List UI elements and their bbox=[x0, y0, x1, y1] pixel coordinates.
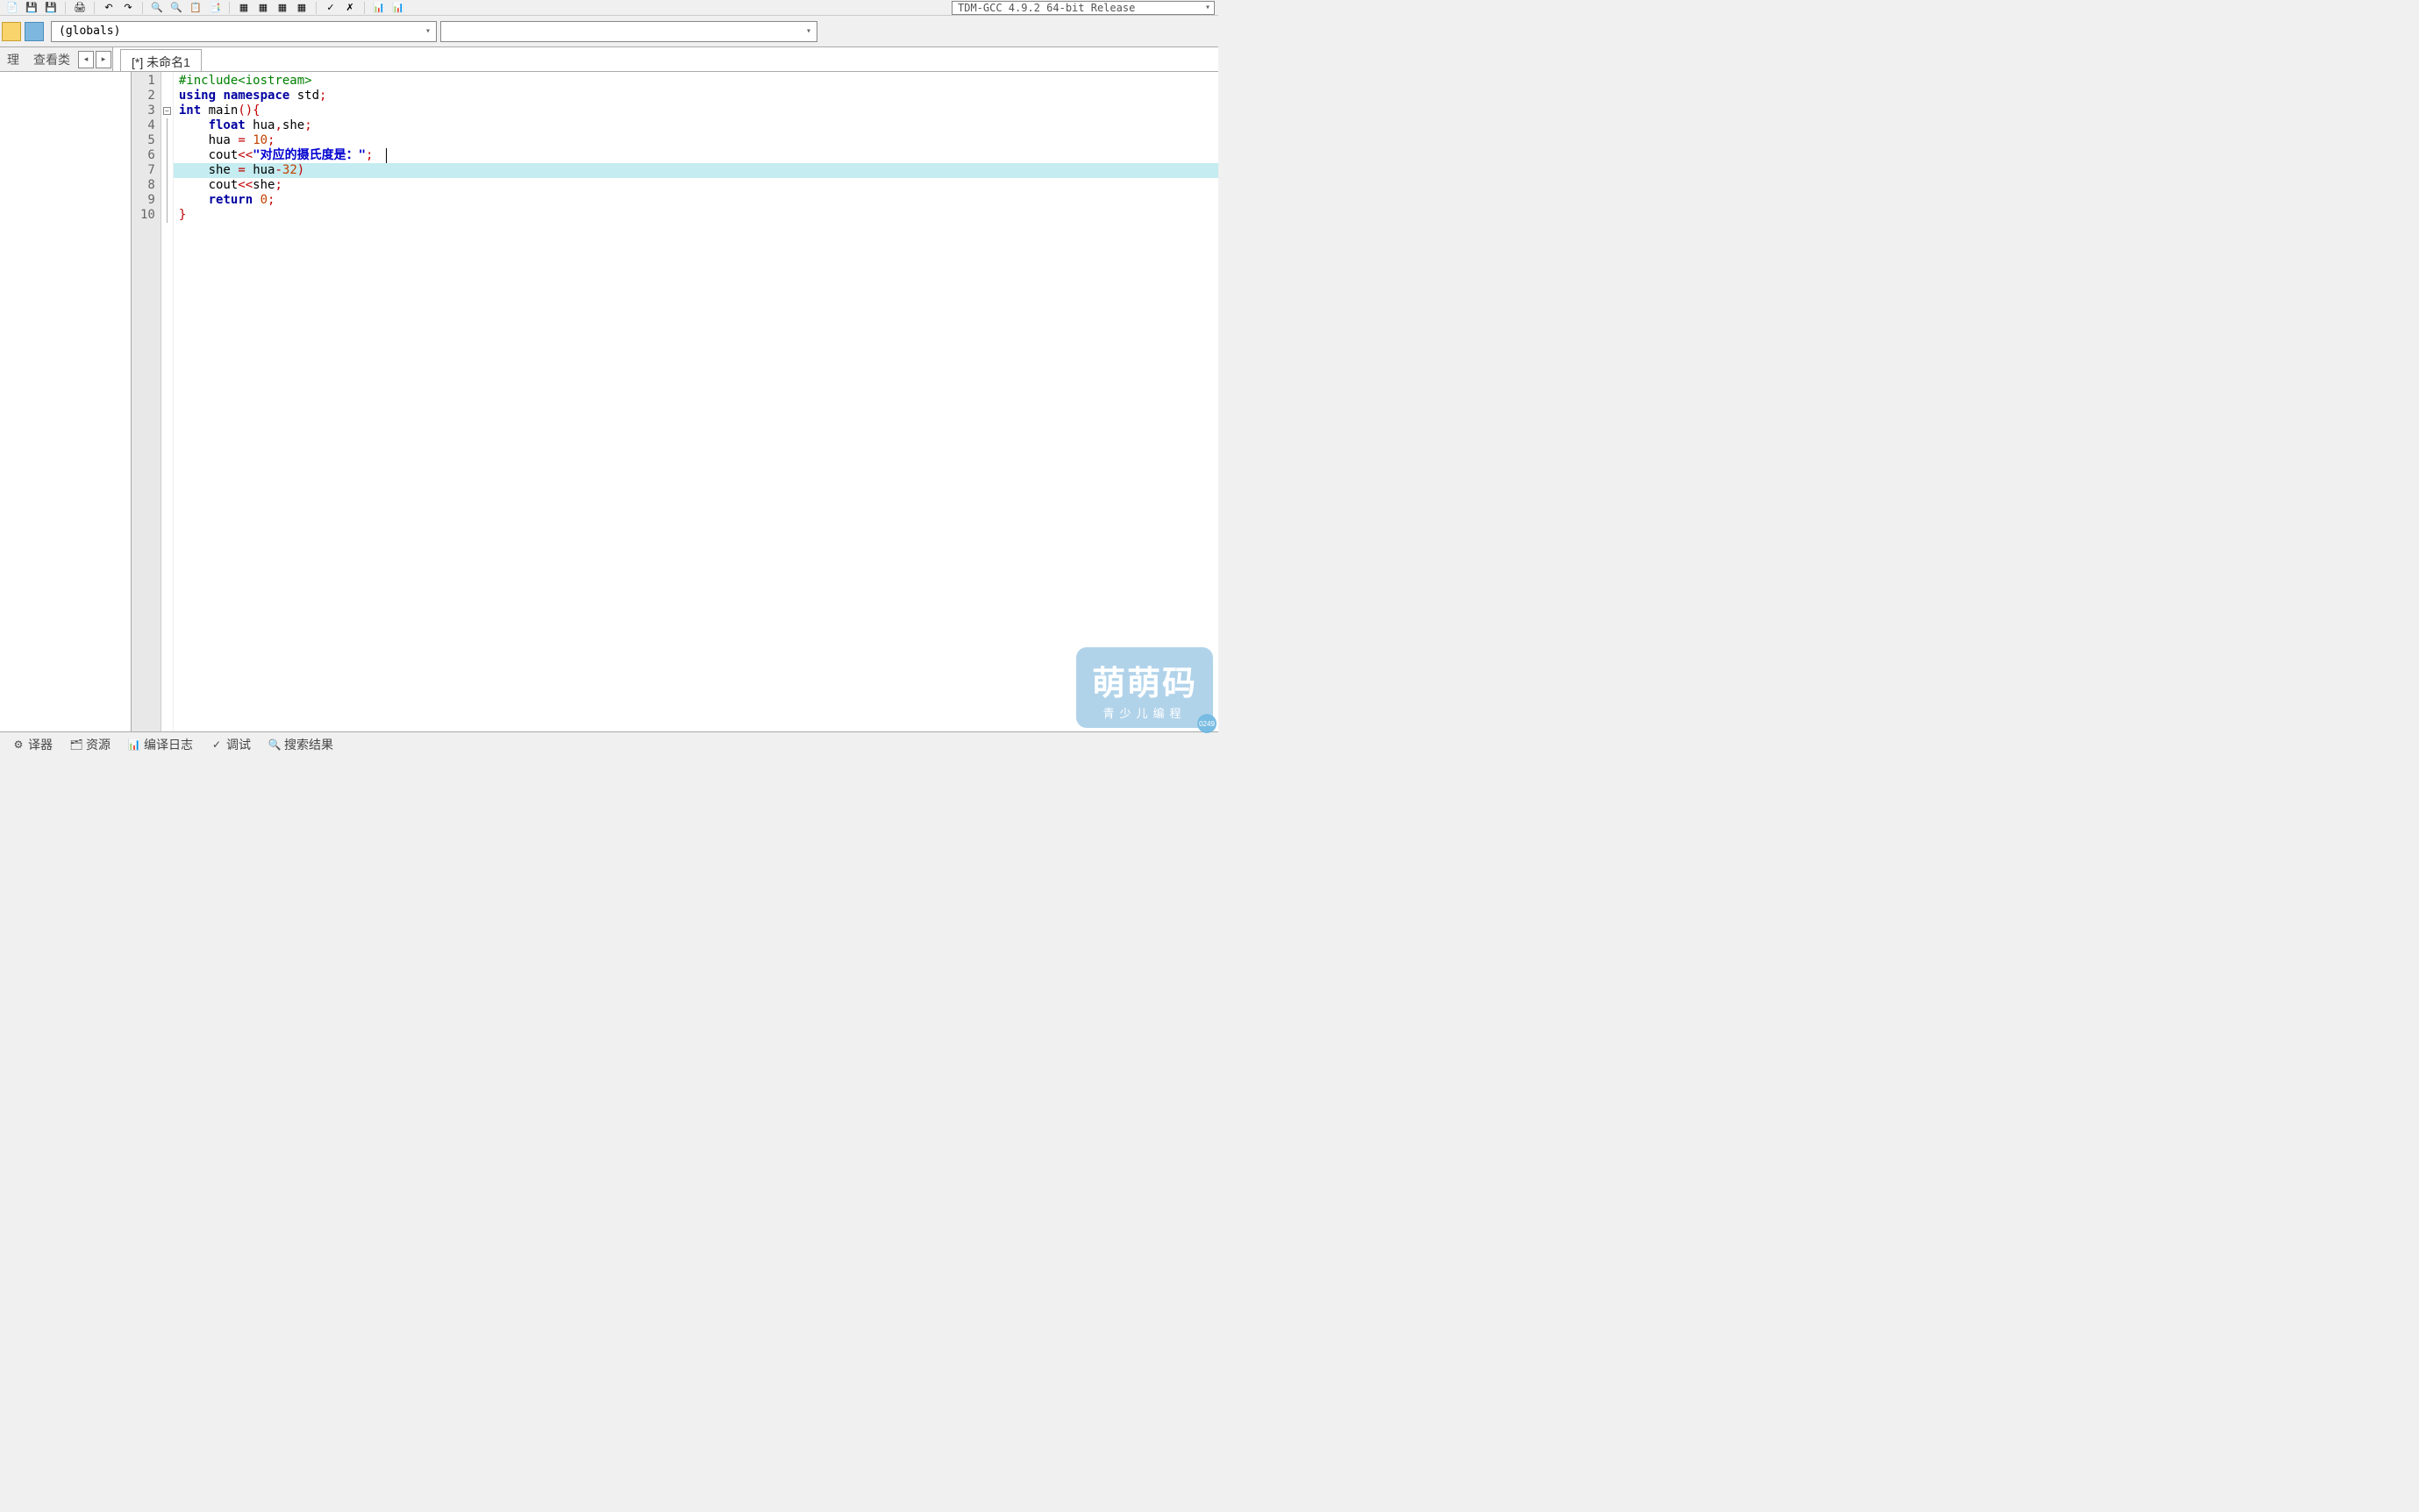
find-icon[interactable]: 🔍 bbox=[148, 1, 166, 15]
watermark-subtitle: 青少儿编程 bbox=[1092, 704, 1197, 721]
watermark: 萌萌码 青少儿编程 0249 bbox=[1076, 647, 1213, 728]
tab-view-class[interactable]: 查看类 bbox=[26, 47, 77, 72]
tab-compile-log-label: 编译日志 bbox=[144, 736, 193, 753]
replace-icon[interactable]: 🔍 bbox=[168, 1, 185, 15]
function-select[interactable] bbox=[440, 21, 817, 42]
redo-icon[interactable]: ↷ bbox=[119, 1, 137, 15]
code-line[interactable]: using namespace std; bbox=[179, 89, 1218, 103]
bottom-tabs: ⚙ 译器 🗂 资源 📊 编译日志 ✓ 调试 🔍 搜索结果 bbox=[0, 731, 1218, 756]
fold-cell bbox=[161, 163, 173, 178]
delete-profile-icon[interactable]: 📊 bbox=[389, 1, 407, 15]
compile-icon[interactable]: ▦ bbox=[235, 1, 253, 15]
line-number: 3 bbox=[140, 103, 155, 118]
new-icon[interactable]: 📄 bbox=[4, 1, 21, 15]
separator bbox=[364, 2, 365, 14]
tab-resources[interactable]: 🗂 资源 bbox=[63, 734, 118, 755]
log-icon: 📊 bbox=[128, 738, 140, 751]
scope-select[interactable]: (globals) bbox=[51, 21, 437, 42]
separator bbox=[142, 2, 143, 14]
nav-next-button[interactable]: ▸ bbox=[96, 51, 111, 68]
tab-compile-log[interactable]: 📊 编译日志 bbox=[121, 734, 200, 755]
side-panel bbox=[0, 72, 132, 731]
code-line[interactable]: #include<iostream> bbox=[179, 74, 1218, 89]
editor-tab[interactable]: [*] 未命名1 bbox=[120, 49, 202, 71]
separator bbox=[65, 2, 66, 14]
print-icon[interactable]: 🖨 bbox=[71, 1, 89, 15]
line-number: 2 bbox=[140, 89, 155, 103]
fold-cell bbox=[161, 74, 173, 89]
fold-cell bbox=[161, 89, 173, 103]
tab-row: 理 查看类 ◂ ▸ [*] 未命名1 bbox=[0, 47, 1218, 72]
nav-prev-button[interactable]: ◂ bbox=[78, 51, 94, 68]
rebuild-icon[interactable]: ▦ bbox=[293, 1, 310, 15]
fold-cell bbox=[161, 208, 173, 223]
tab-compiler-label: 译器 bbox=[28, 736, 53, 753]
side-panel-tabs: 理 查看类 ◂ ▸ bbox=[0, 47, 113, 71]
watermark-title: 萌萌码 bbox=[1092, 656, 1197, 704]
fold-cell bbox=[161, 148, 173, 163]
check-icon[interactable]: ✓ bbox=[322, 1, 339, 15]
line-number: 10 bbox=[140, 208, 155, 223]
fold-column: − bbox=[161, 72, 174, 731]
line-number: 1 bbox=[140, 74, 155, 89]
undo-icon[interactable]: ↶ bbox=[100, 1, 118, 15]
toggle-bookmarks-button[interactable] bbox=[25, 22, 44, 41]
fold-cell: − bbox=[161, 103, 173, 118]
tab-manage[interactable]: 理 bbox=[0, 47, 26, 72]
resources-icon: 🗂 bbox=[70, 738, 82, 751]
line-number: 4 bbox=[140, 118, 155, 133]
scope-select-label: (globals) bbox=[59, 25, 120, 38]
line-number: 6 bbox=[140, 148, 155, 163]
compile-run-icon[interactable]: ▦ bbox=[274, 1, 291, 15]
tab-compiler[interactable]: ⚙ 译器 bbox=[5, 734, 60, 755]
separator bbox=[316, 2, 317, 14]
line-number: 7 bbox=[140, 163, 155, 178]
run-icon[interactable]: ▦ bbox=[254, 1, 272, 15]
main-area: 12345678910 − #include<iostream>using na… bbox=[0, 72, 1218, 731]
save-icon[interactable]: 💾 bbox=[23, 1, 40, 15]
profile-icon[interactable]: 📊 bbox=[370, 1, 388, 15]
separator bbox=[229, 2, 230, 14]
code-line[interactable]: cout<<"对应的摄氏度是："; bbox=[179, 148, 1218, 163]
code-editor[interactable]: 12345678910 − #include<iostream>using na… bbox=[132, 72, 1218, 731]
stop-icon[interactable]: ✗ bbox=[341, 1, 359, 15]
line-number: 9 bbox=[140, 193, 155, 208]
code-body[interactable]: #include<iostream>using namespace std;in… bbox=[174, 72, 1218, 731]
compiler-select-label: TDM-GCC 4.9.2 64-bit Release bbox=[958, 2, 1135, 14]
line-number: 8 bbox=[140, 178, 155, 193]
code-line[interactable]: float hua,she; bbox=[179, 118, 1218, 133]
fold-cell bbox=[161, 178, 173, 193]
search-icon: 🔍 bbox=[268, 738, 281, 751]
tab-search-results[interactable]: 🔍 搜索结果 bbox=[261, 734, 340, 755]
code-line[interactable]: int main(){ bbox=[179, 103, 1218, 118]
toggle-side-button[interactable] bbox=[2, 22, 21, 41]
watermark-badge: 0249 bbox=[1197, 714, 1217, 733]
save-all-icon[interactable]: 💾 bbox=[42, 1, 60, 15]
fold-cell bbox=[161, 193, 173, 208]
top-toolbar: 📄 💾 💾 🖨 ↶ ↷ 🔍 🔍 📋 📑 ▦ ▦ ▦ ▦ ✓ ✗ 📊 📊 TDM-… bbox=[0, 0, 1218, 16]
tab-debug-label: 调试 bbox=[226, 736, 251, 753]
tab-search-results-label: 搜索结果 bbox=[284, 736, 333, 753]
second-toolbar: (globals) bbox=[0, 16, 1218, 47]
text-cursor bbox=[386, 148, 387, 163]
code-line[interactable]: return 0; bbox=[179, 193, 1218, 208]
fold-cell bbox=[161, 118, 173, 133]
compiler-select[interactable]: TDM-GCC 4.9.2 64-bit Release bbox=[952, 1, 1215, 15]
compiler-icon: ⚙ bbox=[12, 738, 25, 751]
code-line[interactable]: hua = 10; bbox=[179, 133, 1218, 148]
tab-resources-label: 资源 bbox=[86, 736, 111, 753]
bookmark-icon[interactable]: 📑 bbox=[206, 1, 224, 15]
fold-cell bbox=[161, 133, 173, 148]
fold-toggle-icon[interactable]: − bbox=[163, 107, 171, 115]
tab-debug[interactable]: ✓ 调试 bbox=[203, 734, 258, 755]
separator bbox=[94, 2, 95, 14]
goto-icon[interactable]: 📋 bbox=[187, 1, 204, 15]
code-line[interactable]: cout<<she; bbox=[179, 178, 1218, 193]
line-gutter: 12345678910 bbox=[132, 72, 161, 731]
debug-icon: ✓ bbox=[211, 738, 223, 751]
code-line[interactable]: she = hua-32) bbox=[174, 163, 1218, 178]
code-line[interactable]: } bbox=[179, 208, 1218, 223]
line-number: 5 bbox=[140, 133, 155, 148]
